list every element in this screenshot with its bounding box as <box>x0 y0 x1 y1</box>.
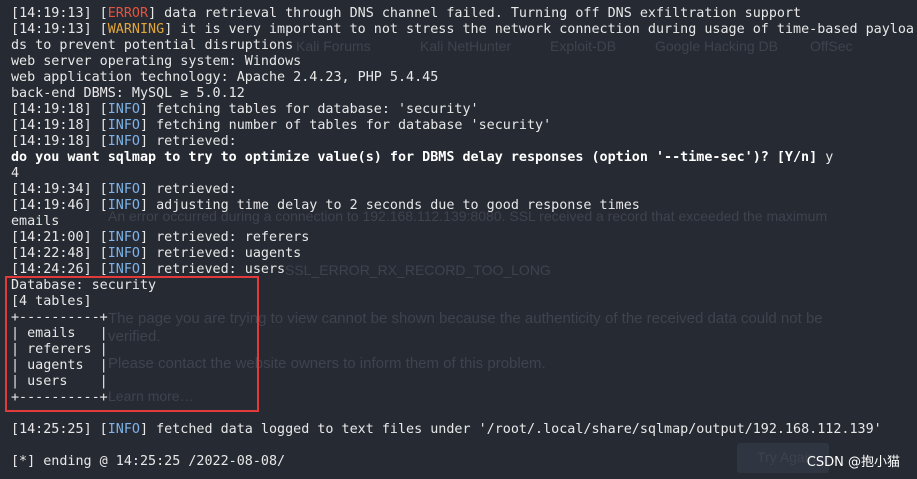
terminal-line: ds to prevent potential disruptions <box>11 38 914 54</box>
output-text: 4 <box>11 166 20 181</box>
terminal-line: do you want sqlmap to try to optimize va… <box>11 150 914 166</box>
log-message: retrieved: uagents <box>148 246 302 261</box>
bracket: ] <box>140 198 149 213</box>
bracket: ] <box>148 6 157 21</box>
terminal-line: emails <box>11 214 914 230</box>
bracket: [ <box>11 22 20 37</box>
log-level: INFO <box>107 134 140 149</box>
bracket: ] [ <box>83 422 108 437</box>
bracket: [ <box>11 102 20 117</box>
log-level: INFO <box>107 118 140 133</box>
log-level: ERROR <box>107 6 149 21</box>
terminal-line: [*] ending @ 14:25:25 /2022-08-08/ <box>11 454 914 470</box>
bracket: [ <box>11 182 20 197</box>
bracket: ] <box>140 230 149 245</box>
bracket: [ <box>11 230 20 245</box>
timestamp: 14:19:18 <box>19 102 84 117</box>
bracket: ] [ <box>83 198 108 213</box>
bracket: [ <box>11 6 20 21</box>
bracket: ] <box>140 262 149 277</box>
bracket: ] [ <box>83 246 108 261</box>
output-text: ds to prevent potential disruptions <box>11 38 294 53</box>
terminal-line: [14:19:34] [INFO] retrieved: <box>11 182 914 198</box>
terminal-line: web server operating system: Windows <box>11 54 914 70</box>
terminal-line: [14:19:18] [INFO] retrieved: <box>11 134 914 150</box>
log-level: INFO <box>107 246 140 261</box>
bracket: ] <box>140 182 149 197</box>
output-text: back-end DBMS: MySQL ≥ 5.0.12 <box>11 86 245 101</box>
timestamp: 14:19:34 <box>19 182 84 197</box>
log-message: fetching tables for database: 'security' <box>148 102 479 117</box>
bracket: ] <box>140 118 149 133</box>
bracket: [ <box>11 262 20 277</box>
timestamp: 14:19:46 <box>19 198 84 213</box>
log-message: fetching number of tables for database '… <box>148 118 552 133</box>
log-message: fetched data logged to text files under … <box>148 422 882 437</box>
bracket: ] [ <box>83 118 108 133</box>
bracket: ] <box>140 102 149 117</box>
bracket: ] <box>140 246 149 261</box>
timestamp: 14:21:00 <box>19 230 84 245</box>
bracket: [ <box>11 198 20 213</box>
output-text: web server operating system: Windows <box>11 54 302 69</box>
timestamp: 14:24:26 <box>19 262 84 277</box>
bracket: ] [ <box>83 6 108 21</box>
terminal-line: [14:19:18] [INFO] fetching tables for da… <box>11 102 914 118</box>
bracket: [ <box>11 118 20 133</box>
bracket: ] <box>140 134 149 149</box>
prompt-question: do you want sqlmap to try to optimize va… <box>11 150 818 165</box>
timestamp: 14:19:13 <box>19 22 84 37</box>
output-text: [*] ending @ 14:25:25 /2022-08-08/ <box>11 454 286 469</box>
terminal-window[interactable]: Kali Forums Kali NetHunter Exploit-DB Go… <box>0 0 917 479</box>
watermark: CSDN @抱小猫 <box>806 455 900 470</box>
terminal-line: [14:22:48] [INFO] retrieved: uagents <box>11 246 914 262</box>
terminal-line: [14:19:13] [WARNING] it is very importan… <box>11 22 914 38</box>
output-text: emails <box>11 214 60 229</box>
log-level: INFO <box>107 182 140 197</box>
log-message: retrieved: referers <box>148 230 310 245</box>
log-message: it is very important to not stress the n… <box>172 22 914 37</box>
terminal-line: [14:25:25] [INFO] fetched data logged to… <box>11 422 914 438</box>
terminal-line: [14:21:00] [INFO] retrieved: referers <box>11 230 914 246</box>
terminal-line: back-end DBMS: MySQL ≥ 5.0.12 <box>11 86 914 102</box>
timestamp: 14:19:13 <box>19 6 84 21</box>
bracket: [ <box>11 134 20 149</box>
terminal-line: [14:19:13] [ERROR] data retrieval throug… <box>11 6 914 22</box>
log-message: data retrieval through DNS channel faile… <box>156 6 802 21</box>
highlight-box <box>5 276 259 412</box>
bracket: [ <box>11 422 20 437</box>
timestamp: 14:25:25 <box>19 422 84 437</box>
output-text: web application technology: Apache 2.4.2… <box>11 70 439 85</box>
bracket: ] <box>140 422 149 437</box>
timestamp: 14:19:18 <box>19 118 84 133</box>
bracket: ] [ <box>83 230 108 245</box>
log-level: INFO <box>107 422 140 437</box>
timestamp: 14:19:18 <box>19 134 84 149</box>
timestamp: 14:22:48 <box>19 246 84 261</box>
log-level: INFO <box>107 198 140 213</box>
bracket: ] [ <box>83 102 108 117</box>
log-message: retrieved: <box>148 182 237 197</box>
bracket: ] [ <box>83 182 108 197</box>
terminal-line: web application technology: Apache 2.4.2… <box>11 70 914 86</box>
log-message: retrieved: <box>148 134 237 149</box>
prompt-answer: y <box>817 150 834 165</box>
log-level: INFO <box>107 262 140 277</box>
log-message: adjusting time delay to 2 seconds due to… <box>148 198 640 213</box>
bracket: [ <box>11 246 20 261</box>
terminal-line: [14:19:18] [INFO] fetching number of tab… <box>11 118 914 134</box>
terminal-line: 4 <box>11 166 914 182</box>
log-message: retrieved: users <box>148 262 286 277</box>
log-level: WARNING <box>107 22 165 37</box>
terminal-line: [14:19:46] [INFO] adjusting time delay t… <box>11 198 914 214</box>
bracket: ] [ <box>83 22 108 37</box>
bracket: ] [ <box>83 262 108 277</box>
log-level: INFO <box>107 102 140 117</box>
log-level: INFO <box>107 230 140 245</box>
bracket: ] [ <box>83 134 108 149</box>
